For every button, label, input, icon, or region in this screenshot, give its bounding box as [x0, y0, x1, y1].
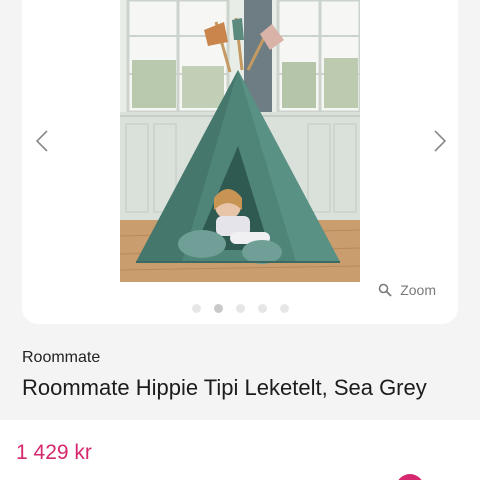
- pagination-dot-active[interactable]: [213, 304, 223, 313]
- tipi-tent-photo: [120, 0, 360, 282]
- product-price: 1 429 kr: [16, 441, 92, 464]
- pagination-dot[interactable]: [235, 304, 245, 313]
- image-pagination: [22, 304, 458, 313]
- product-title: Roommate Hippie Tipi Leketelt, Sea Grey: [22, 375, 427, 400]
- next-image-button[interactable]: [428, 127, 452, 155]
- pagination-dot[interactable]: [257, 304, 267, 313]
- image-gallery: Zoom: [22, 0, 458, 324]
- brand-name[interactable]: Roommate: [22, 349, 100, 367]
- pagination-dot[interactable]: [279, 304, 289, 313]
- zoom-button[interactable]: Zoom: [378, 282, 436, 298]
- product-page: Zoom Roommate Roommate Hippie Tipi Leket…: [0, 0, 480, 480]
- pagination-dot[interactable]: [191, 304, 201, 313]
- chevron-left-icon: [35, 130, 48, 152]
- previous-image-button[interactable]: [30, 127, 54, 155]
- chevron-right-icon: [434, 130, 447, 152]
- magnifier-icon: [378, 283, 392, 297]
- zoom-label: Zoom: [400, 282, 436, 298]
- product-image[interactable]: [120, 0, 360, 282]
